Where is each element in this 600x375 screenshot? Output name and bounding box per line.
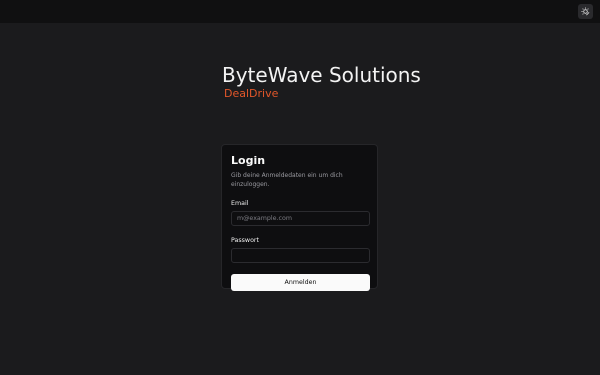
product-name: DealDrive <box>224 87 279 100</box>
login-description: Gib deine Anmeldedaten ein um dich einzu… <box>231 172 343 188</box>
theme-toggle-button[interactable] <box>578 4 593 19</box>
login-card: Login Gib deine Anmeldedaten ein um dich… <box>221 144 378 291</box>
company-name: ByteWave Solutions <box>222 63 421 87</box>
login-button[interactable]: Anmelden <box>231 274 370 291</box>
email-field[interactable] <box>231 211 370 226</box>
email-label: Email <box>231 200 249 207</box>
login-page: ByteWave Solutions DealDrive Login Gib d… <box>0 0 600 375</box>
login-title: Login <box>231 154 266 167</box>
brand-header: ByteWave Solutions DealDrive <box>222 63 421 100</box>
top-bar <box>0 0 600 23</box>
password-label: Passwort <box>231 237 259 244</box>
sun-moon-icon <box>581 7 590 16</box>
password-field[interactable] <box>231 248 370 263</box>
